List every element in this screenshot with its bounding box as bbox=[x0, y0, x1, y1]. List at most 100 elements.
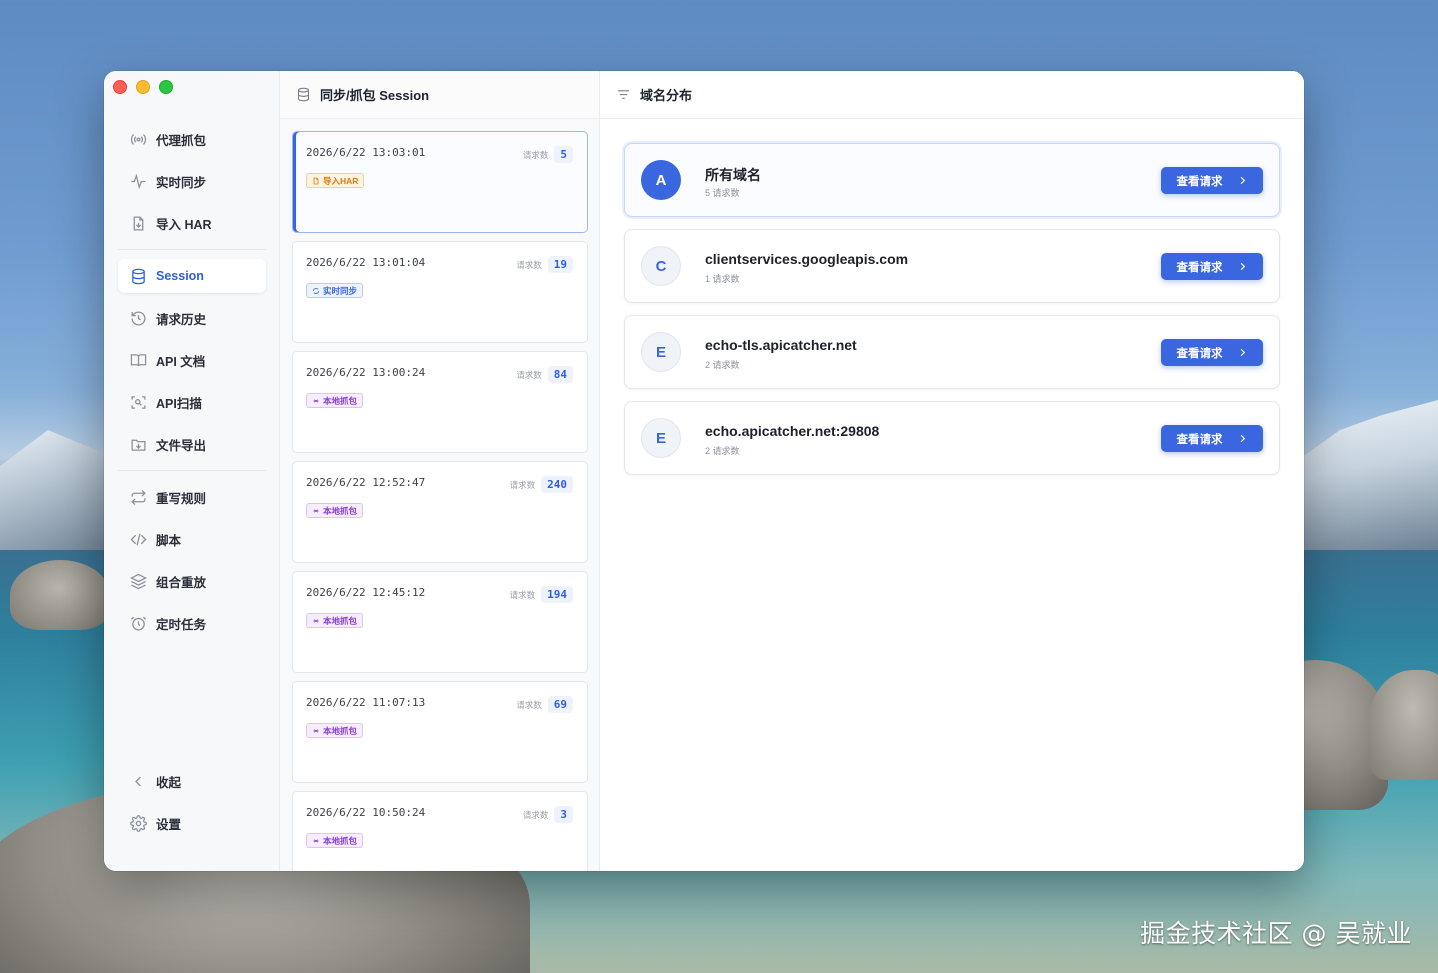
sidebar-item-scripts[interactable]: 脚本 bbox=[118, 522, 266, 556]
view-requests-label: 查看请求 bbox=[1176, 175, 1223, 188]
sidebar-item-label: 代理抓包 bbox=[156, 133, 207, 148]
chevron-right-icon bbox=[1237, 261, 1248, 272]
sidebar-collapse-button[interactable]: 收起 bbox=[118, 764, 266, 798]
export-icon bbox=[130, 436, 147, 453]
sidebar-item-api-scan[interactable]: API扫描 bbox=[118, 385, 266, 419]
domain-name: echo-tls.apicatcher.net bbox=[705, 337, 857, 353]
chevron-left-icon bbox=[130, 773, 147, 790]
session-time: 2026/6/22 12:52:47 bbox=[306, 476, 426, 489]
background-mountain-right bbox=[1298, 400, 1438, 550]
badge-label: 本地抓包 bbox=[323, 505, 358, 516]
domain-request-count: 2 请求数 bbox=[705, 360, 740, 370]
sidebar-item-label: 请求历史 bbox=[156, 312, 207, 327]
background-rock bbox=[1368, 670, 1438, 780]
sidebar-item-label: 实时同步 bbox=[156, 175, 207, 190]
badge-label: 导入HAR bbox=[323, 175, 359, 186]
sidebar-item-live-sync[interactable]: 实时同步 bbox=[118, 164, 266, 198]
session-card[interactable]: 2026/6/22 13:03:01 请求数 5 导入HAR bbox=[292, 131, 588, 233]
view-requests-label: 查看请求 bbox=[1176, 347, 1223, 360]
sidebar-item-settings[interactable]: 设置 bbox=[118, 806, 266, 840]
database-icon bbox=[130, 268, 147, 285]
session-source-badge: 本地抓包 bbox=[306, 503, 364, 518]
view-requests-button[interactable]: 查看请求 bbox=[1161, 253, 1263, 280]
sidebar-item-label: 脚本 bbox=[156, 533, 182, 548]
sidebar-item-label: API 文档 bbox=[156, 354, 206, 369]
domain-avatar: A bbox=[641, 160, 681, 200]
session-list: 2026/6/22 13:03:01 请求数 5 导入HAR 2026/6/22 13:… bbox=[292, 131, 588, 871]
request-count-label: 请求数 bbox=[522, 149, 549, 160]
sidebar-item-api-docs[interactable]: API 文档 bbox=[118, 343, 266, 377]
sidebar: 代理抓包 实时同步 导入 HAR Session 请求历史 API 文档 API… bbox=[104, 71, 280, 871]
request-count-label: 请求数 bbox=[516, 699, 542, 710]
request-count-label: 请求数 bbox=[522, 809, 549, 820]
request-count-label: 请求数 bbox=[516, 369, 542, 380]
sidebar-item-scheduled-tasks[interactable]: 定时任务 bbox=[118, 606, 266, 640]
request-count-value: 194 bbox=[541, 586, 573, 603]
app-window: 代理抓包 实时同步 导入 HAR Session 请求历史 API 文档 API… bbox=[104, 71, 1304, 871]
session-card[interactable]: 2026/6/22 12:52:47 请求数 240 本地抓包 bbox=[292, 461, 588, 563]
window-controls bbox=[113, 80, 173, 94]
sidebar-item-label: 定时任务 bbox=[156, 617, 207, 632]
domain-avatar: C bbox=[641, 246, 681, 286]
session-time: 2026/6/22 10:50:24 bbox=[306, 806, 426, 819]
session-card[interactable]: 2026/6/22 12:45:12 请求数 194 本地抓包 bbox=[292, 571, 588, 673]
request-count-label: 请求数 bbox=[516, 259, 542, 270]
request-count-value: 240 bbox=[541, 476, 573, 493]
zoom-window-button[interactable] bbox=[159, 80, 173, 94]
sidebar-item-label: 组合重放 bbox=[156, 575, 207, 590]
session-request-count: 请求数 194 bbox=[510, 586, 573, 603]
sidebar-item-request-history[interactable]: 请求历史 bbox=[118, 301, 266, 335]
sidebar-item-label: 文件导出 bbox=[156, 438, 207, 453]
filter-icon bbox=[616, 87, 631, 102]
close-window-button[interactable] bbox=[113, 80, 127, 94]
code-icon bbox=[130, 531, 147, 548]
domain-row[interactable]: Eecho-tls.apicatcher.net 2 请求数 查看请求 bbox=[624, 315, 1280, 389]
view-requests-label: 查看请求 bbox=[1176, 433, 1223, 446]
minimize-window-button[interactable] bbox=[136, 80, 150, 94]
view-requests-button[interactable]: 查看请求 bbox=[1161, 425, 1263, 452]
session-time: 2026/6/22 13:00:24 bbox=[306, 366, 426, 379]
domain-avatar: E bbox=[641, 332, 681, 372]
badge-label: 本地抓包 bbox=[323, 615, 358, 626]
domain-name: 所有域名 bbox=[705, 167, 761, 183]
sidebar-divider bbox=[118, 249, 266, 250]
domain-row[interactable]: Cclientservices.googleapis.com 1 请求数 查看请求 bbox=[624, 229, 1280, 303]
session-panel-title: 同步/抓包 Session bbox=[320, 88, 430, 103]
session-card[interactable]: 2026/6/22 11:07:13 请求数 69 本地抓包 bbox=[292, 681, 588, 783]
session-card[interactable]: 2026/6/22 10:50:24 请求数 3 本地抓包 bbox=[292, 791, 588, 871]
session-source-badge: 本地抓包 bbox=[306, 833, 364, 848]
session-request-count: 请求数 240 bbox=[510, 476, 573, 493]
session-time: 2026/6/22 11:07:13 bbox=[306, 696, 426, 709]
domain-list: A 所有域名 5 请求数 查看请求 Cclientservices.googleapis… bbox=[624, 143, 1280, 487]
domain-row[interactable]: Eecho.apicatcher.net:29808 2 请求数 查看请求 bbox=[624, 401, 1280, 475]
sidebar-item-session[interactable]: Session bbox=[118, 259, 266, 293]
session-request-count: 请求数 69 bbox=[516, 696, 573, 713]
request-count-label: 请求数 bbox=[509, 589, 536, 600]
broadcast-icon bbox=[130, 131, 147, 148]
sidebar-item-rewrite-rules[interactable]: 重写规则 bbox=[118, 480, 266, 514]
sidebar-bottom-nav: 收起 设置 bbox=[118, 764, 266, 840]
scan-icon bbox=[130, 394, 147, 411]
view-requests-label: 查看请求 bbox=[1176, 261, 1223, 274]
view-requests-button[interactable]: 查看请求 bbox=[1161, 167, 1263, 194]
badge-label: 本地抓包 bbox=[323, 835, 358, 846]
domain-row[interactable]: A 所有域名 5 请求数 查看请求 bbox=[624, 143, 1280, 217]
sidebar-item-file-export[interactable]: 文件导出 bbox=[118, 427, 266, 461]
sidebar-item-label: Session bbox=[156, 269, 204, 283]
session-request-count: 请求数 84 bbox=[516, 366, 573, 383]
domain-name: echo.apicatcher.net:29808 bbox=[705, 423, 880, 439]
session-card[interactable]: 2026/6/22 13:01:04 请求数 19 实时同步 bbox=[292, 241, 588, 343]
view-requests-button[interactable]: 查看请求 bbox=[1161, 339, 1263, 366]
database-icon bbox=[296, 87, 311, 102]
domain-request-count: 1 请求数 bbox=[705, 274, 740, 284]
sidebar-item-import-har[interactable]: 导入 HAR bbox=[118, 206, 266, 240]
session-source-badge: 本地抓包 bbox=[306, 613, 364, 628]
domain-panel-title: 域名分布 bbox=[640, 88, 693, 103]
sidebar-item-combo-replay[interactable]: 组合重放 bbox=[118, 564, 266, 598]
background-mountain-left bbox=[0, 430, 120, 550]
session-time: 2026/6/22 12:45:12 bbox=[306, 586, 426, 599]
session-card[interactable]: 2026/6/22 13:00:24 请求数 84 本地抓包 bbox=[292, 351, 588, 453]
session-source-badge: 本地抓包 bbox=[306, 393, 364, 408]
sync-icon bbox=[312, 287, 320, 295]
sidebar-item-proxy-capture[interactable]: 代理抓包 bbox=[118, 122, 266, 156]
